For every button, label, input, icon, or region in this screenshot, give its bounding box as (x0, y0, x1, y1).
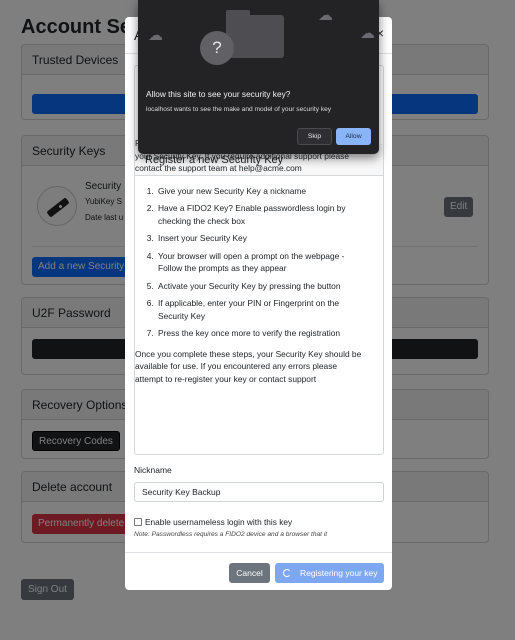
popup-description: localhost wants to see the make and mode… (146, 106, 332, 113)
modal-footer-divider (125, 552, 392, 553)
cloud-icon: ☁ (148, 27, 163, 44)
spinner-icon (283, 569, 291, 577)
registering-key-button[interactable]: Registering your key (275, 563, 384, 583)
usernameless-checkbox[interactable] (134, 518, 142, 526)
registration-instructions: Please follow the steps below to complet… (135, 137, 367, 385)
step-item: Your browser will open a prompt on the w… (156, 250, 367, 275)
steps-list: Give your new Security Key a nickname Ha… (135, 185, 367, 340)
security-key-permission-popup: ☁ ☁ ☁ ? Allow this site to see your secu… (138, 0, 379, 154)
usernameless-checkbox-row: Enable usernameless login with this key (134, 517, 292, 527)
cloud-icon: ☁ (360, 25, 375, 42)
registering-key-label: Registering your key (300, 568, 378, 578)
cloud-icon: ☁ (318, 7, 333, 24)
nickname-input[interactable]: Security Key Backup (134, 482, 384, 502)
step-item: Give your new Security Key a nickname (156, 185, 367, 198)
skip-button[interactable]: Skip (297, 128, 332, 145)
folder-illustration (226, 15, 284, 58)
step-item: Insert your Security Key (156, 232, 367, 245)
step-item: Press the key once more to verify the re… (156, 327, 367, 340)
nickname-label: Nickname (134, 465, 172, 475)
cancel-button[interactable]: Cancel (229, 563, 270, 583)
question-mark-icon: ? (200, 31, 234, 65)
closing-text: Once you complete these steps, your Secu… (135, 348, 362, 384)
step-item: Activate your Security Key by pressing t… (156, 280, 367, 293)
passwordless-note: Note: Passwordless requires a FIDO2 devi… (134, 531, 328, 538)
usernameless-checkbox-label: Enable usernameless login with this key (145, 517, 293, 527)
popup-title: Allow this site to see your security key… (146, 89, 291, 99)
allow-button[interactable]: Allow (336, 128, 371, 145)
step-item: Have a FIDO2 Key? Enable passwordless lo… (156, 202, 367, 227)
step-item: If applicable, enter your PIN or Fingerp… (156, 297, 367, 322)
